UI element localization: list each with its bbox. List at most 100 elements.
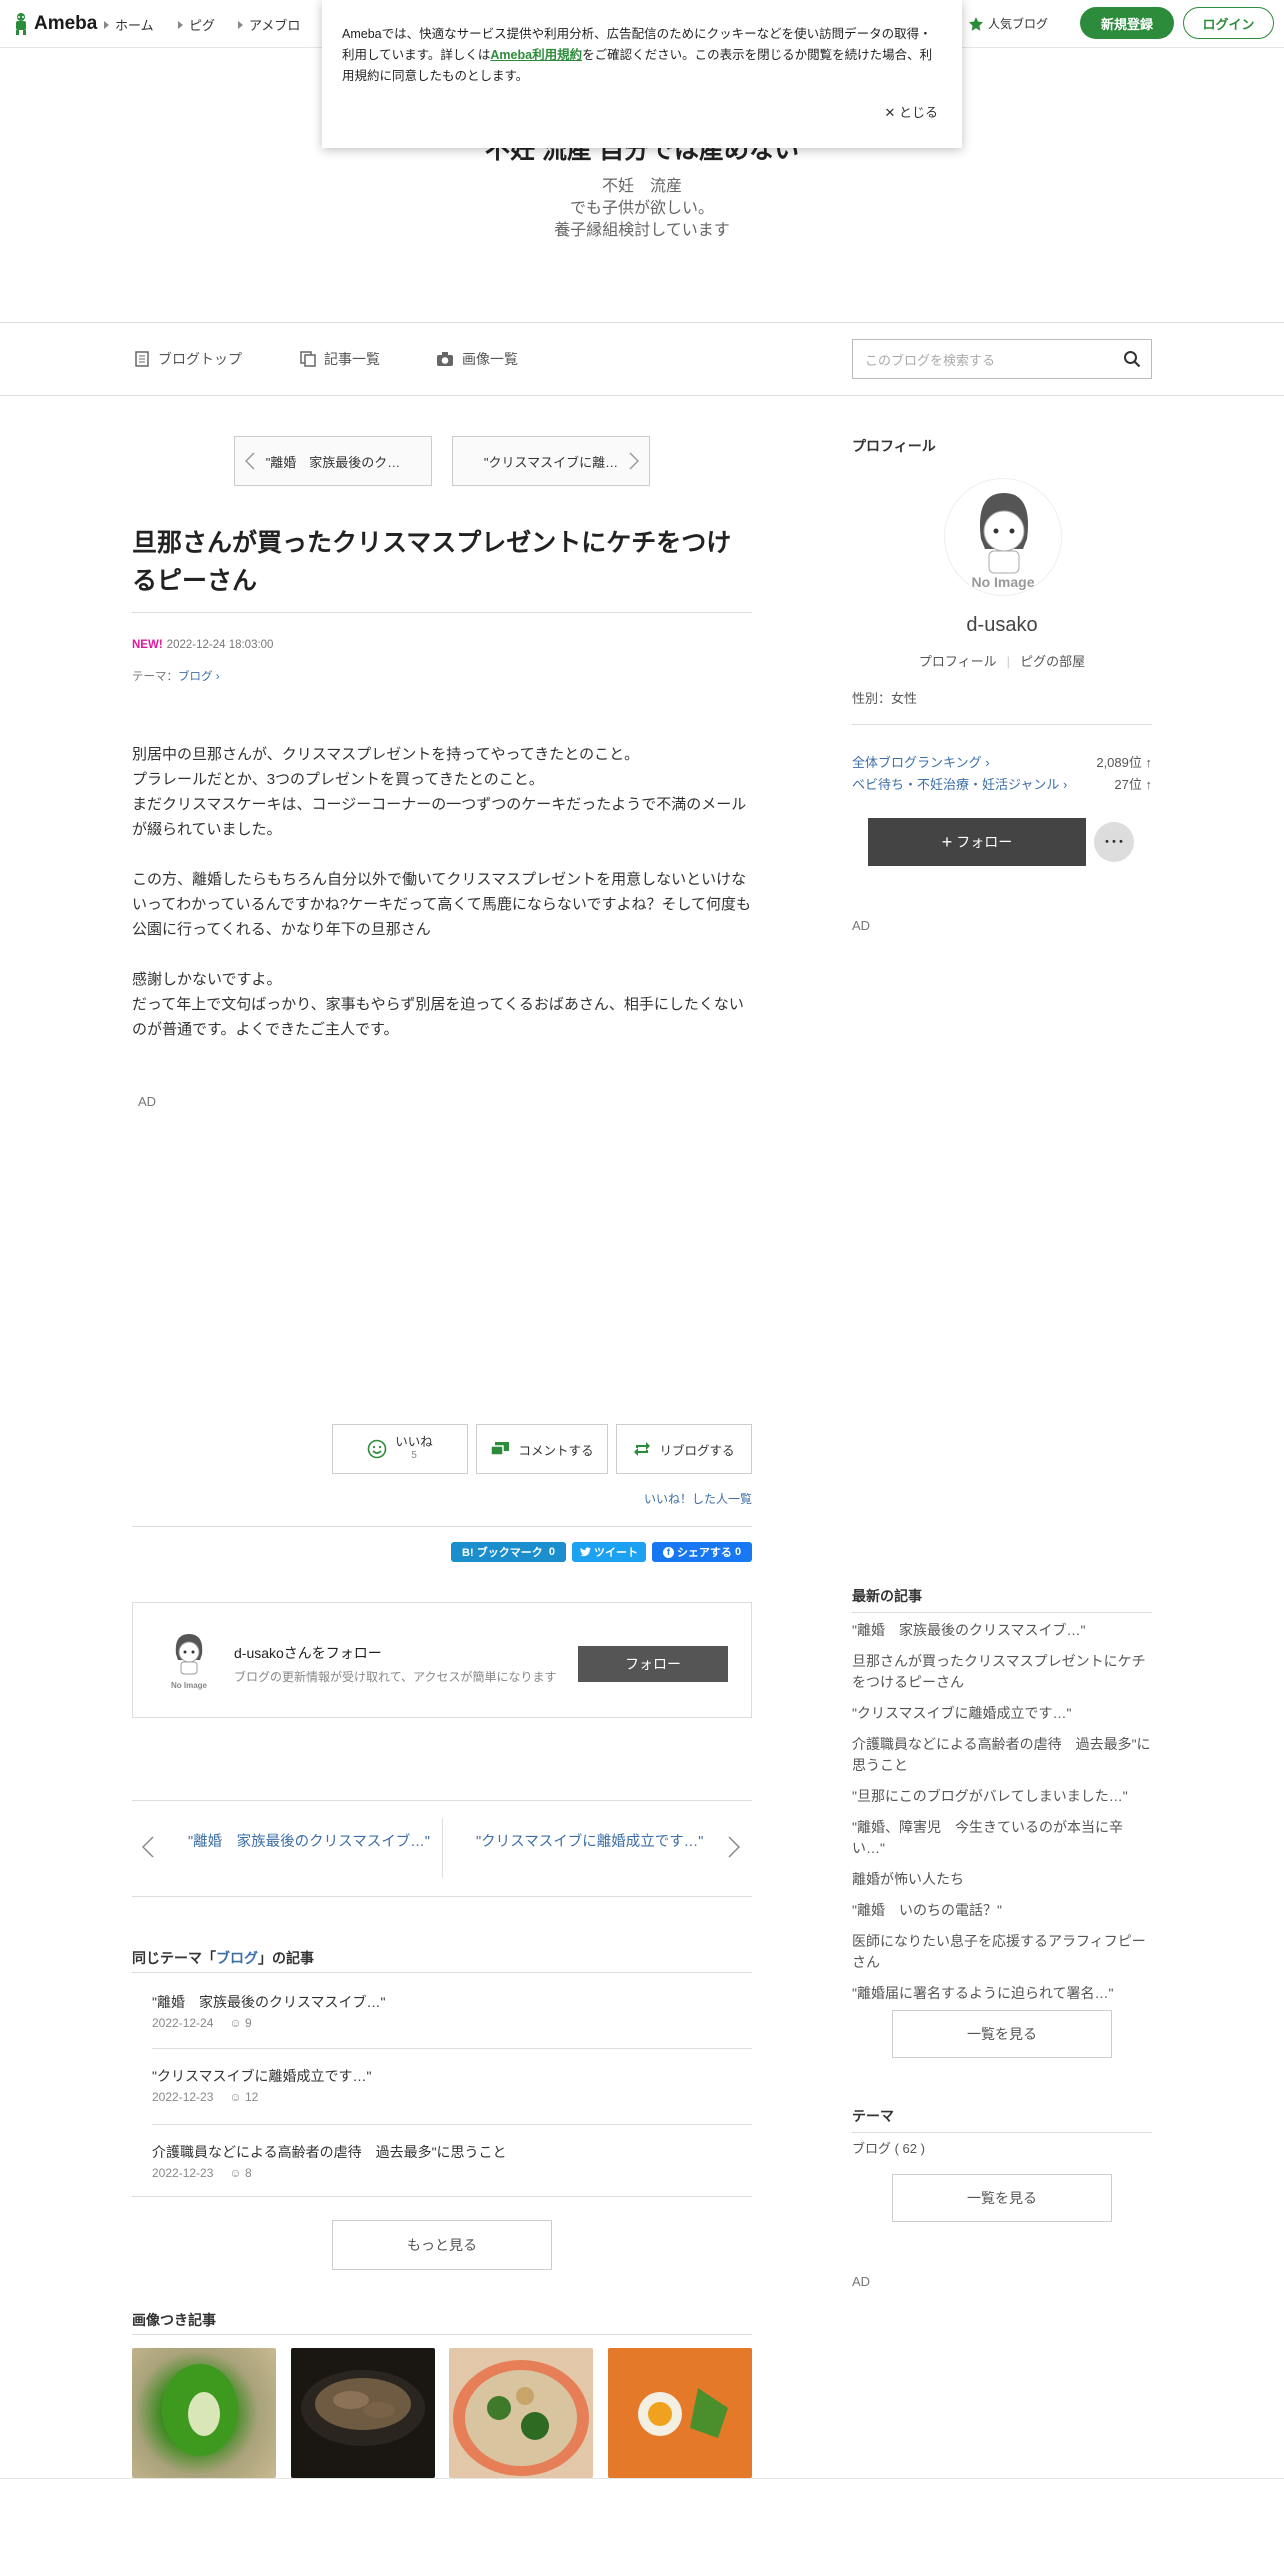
theme-heading: テーマ xyxy=(852,2108,894,2124)
image-list-link[interactable]: 画像一覧 xyxy=(436,349,518,369)
smile-icon xyxy=(367,1439,387,1459)
theme-see-list-button[interactable]: 一覧を見る xyxy=(892,2174,1112,2222)
prev-article-link[interactable]: "離婚 家族最後のクリスマスイブ…" xyxy=(188,1830,430,1851)
recent-article-link[interactable]: 医師になりたい息子を応援するアラフィフピーさん xyxy=(852,1931,1152,1973)
divider xyxy=(132,1526,752,1527)
avatar: No Image xyxy=(164,1630,214,1690)
document-icon xyxy=(135,351,149,367)
smile-icon: ☺ xyxy=(229,2166,242,2180)
profile-heading: プロフィール xyxy=(852,438,936,454)
like-button[interactable]: いいね 5 xyxy=(332,1424,468,1474)
noimage-label: No Image xyxy=(170,1681,207,1690)
search-icon[interactable] xyxy=(1123,350,1141,368)
list-item-date: 2022-12-24 xyxy=(152,2016,214,2030)
more-button[interactable]: もっと見る xyxy=(332,2220,552,2270)
list-item-meta: 2022-12-23 ☺ 12 xyxy=(152,2090,372,2104)
ad-label: AD xyxy=(852,2274,871,2289)
recent-article-link[interactable]: 旦那さんが買ったクリスマスプレゼントにケチをつけるピーさん xyxy=(852,1651,1152,1693)
thumbnail-image[interactable] xyxy=(608,2348,752,2478)
likers-link[interactable]: いいね！した人一覧 xyxy=(600,1490,752,1507)
profile-name[interactable]: d-usako xyxy=(852,614,1152,637)
next-article-button[interactable]: "クリスマスイブに離… xyxy=(452,436,650,486)
nav-ameblo[interactable]: アメブロ xyxy=(238,15,300,34)
blog-top-link[interactable]: ブログトップ xyxy=(134,349,242,369)
tweet-button[interactable]: ツイート xyxy=(572,1542,646,1562)
recent-article-link[interactable]: "クリスマスイブに離婚成立です…" xyxy=(852,1703,1152,1724)
list-item-meta: 2022-12-24 ☺ 9 xyxy=(152,2016,386,2030)
recent-articles-heading: 最新の記事 xyxy=(852,1588,922,1604)
subnav-label: 画像一覧 xyxy=(462,351,518,367)
bookmark-count: 0 xyxy=(548,1546,555,1558)
smile-icon: ☺ xyxy=(229,2016,242,2030)
list-item[interactable]: 介護職員などによる高齢者の虐待 過去最多"に思うこと 2022-12-23 ☺ 8 xyxy=(152,2142,507,2180)
divider xyxy=(852,2132,1152,2133)
nav-home[interactable]: ホーム xyxy=(104,15,154,34)
like-text: いいね 5 xyxy=(395,1435,433,1463)
overall-ranking-link[interactable]: 全体ブログランキング › xyxy=(852,752,990,771)
recent-article-link[interactable]: "離婚 いのちの電話？" xyxy=(852,1900,1152,1921)
text-line: 感謝しかないですよ。 xyxy=(132,971,282,988)
follow-button[interactable]: フォロー xyxy=(578,1646,728,1682)
chevron-left-icon[interactable] xyxy=(142,1836,154,1858)
fb-count: 0 xyxy=(735,1546,742,1558)
text-line: だって年上で文句ばっかり、家事もやらず別居を迫ってくるおばあさん、相手にしたくな… xyxy=(132,996,744,1038)
same-theme-heading: 同じテーマ「ブログ」の記事 xyxy=(132,1948,314,1968)
list-item-date: 2022-12-23 xyxy=(152,2166,214,2180)
popular-blog-link[interactable]: 人気ブログ xyxy=(968,15,1048,32)
desc-line: 不妊 流産 xyxy=(601,178,682,195)
nav-label: ホーム xyxy=(115,18,154,33)
recent-article-link[interactable]: "旦那にこのブログがバレてしまいました…" xyxy=(852,1786,1152,1807)
next-article-link[interactable]: "クリスマスイブに離婚成立です…" xyxy=(476,1830,703,1851)
divider xyxy=(852,724,1152,725)
comment-button[interactable]: コメントする xyxy=(476,1424,608,1474)
thumbnail-image[interactable] xyxy=(291,2348,435,2478)
login-button[interactable]: ログイン xyxy=(1183,7,1274,39)
list-item[interactable]: "クリスマスイブに離婚成立です…" 2022-12-23 ☺ 12 xyxy=(152,2066,372,2104)
likes-value: 8 xyxy=(245,2166,252,2180)
terms-link[interactable]: Ameba利用規約 xyxy=(490,48,582,62)
ad-label: AD xyxy=(852,918,871,933)
profile-avatar[interactable]: No Image xyxy=(944,478,1062,596)
tweet-label: ツイート xyxy=(594,1547,639,1559)
divider xyxy=(132,1896,752,1897)
chevron-right-icon[interactable] xyxy=(728,1836,740,1858)
list-item[interactable]: "離婚 家族最後のクリスマスイブ…" 2022-12-24 ☺ 9 xyxy=(152,1992,386,2030)
likes-value: 9 xyxy=(245,2016,252,2030)
theme-item-link[interactable]: ブログ ( 62 ) xyxy=(852,2138,925,2157)
recent-article-link[interactable]: 離婚が怖い人たち xyxy=(852,1869,1152,1890)
comment-label: コメントする xyxy=(518,1443,594,1458)
sidebar-follow-button[interactable]: + フォロー xyxy=(868,818,1086,866)
genre-ranking-link[interactable]: ベビ待ち・不妊治療・妊活ジャンル › xyxy=(852,774,1067,793)
facebook-share-button[interactable]: f シェアする 0 xyxy=(652,1542,752,1562)
profile-link[interactable]: プロフィール xyxy=(919,654,997,669)
thumbnail-image[interactable] xyxy=(132,2348,276,2478)
soup-image xyxy=(608,2348,752,2478)
theme-link[interactable]: ブログ xyxy=(216,1950,258,1966)
plus-icon: + xyxy=(941,831,953,852)
list-item-date: 2022-12-23 xyxy=(152,2090,214,2104)
more-options-button[interactable]: ･･･ xyxy=(1094,822,1134,862)
article-date: 2022-12-24 18:03:00 xyxy=(166,639,274,651)
pig-room-link[interactable]: ピグの部屋 xyxy=(1020,654,1085,669)
reblog-button[interactable]: リブログする xyxy=(616,1424,752,1474)
blog-search-input[interactable]: このブログを検索する xyxy=(852,339,1152,379)
cookie-close-button[interactable]: ✕ とじる xyxy=(884,102,938,123)
recent-article-link[interactable]: 介護職員などによる高齢者の虐待 過去最多"に思うこと xyxy=(852,1734,1152,1776)
like-count: ☺ 9 xyxy=(229,2016,251,2030)
text-line: まだクリスマスケーキは、コージーコーナーの一つずつのケーキだったようで不満のメー… xyxy=(132,796,747,838)
recent-article-link[interactable]: "離婚 家族最後のクリスマスイブ…" xyxy=(852,1620,1152,1641)
prev-article-button[interactable]: "離婚 家族最後のク… xyxy=(234,436,432,486)
article-list-link[interactable]: 記事一覧 xyxy=(300,349,380,369)
ameba-logo[interactable]: Ameba xyxy=(12,12,97,36)
thumbnail-image[interactable] xyxy=(449,2348,593,2478)
register-button[interactable]: 新規登録 xyxy=(1080,7,1174,39)
divider xyxy=(132,2196,752,2197)
article-title[interactable]: 旦那さんが買ったクリスマスプレゼントにケチをつけるピーさん xyxy=(132,524,752,600)
hatena-bookmark-button[interactable]: B! ブックマーク 0 xyxy=(451,1542,566,1562)
recent-article-link[interactable]: "離婚届に署名するように迫られて署名…" xyxy=(852,1983,1152,2004)
recent-see-list-button[interactable]: 一覧を見る xyxy=(892,2010,1112,2058)
desc-line: でも子供が欲しい。 xyxy=(569,200,714,217)
nav-pig[interactable]: ピグ xyxy=(178,15,215,34)
theme-link[interactable]: ブログ xyxy=(178,671,213,683)
recent-article-link[interactable]: "離婚、障害児 今生きているのが本当に辛い…" xyxy=(852,1817,1152,1859)
